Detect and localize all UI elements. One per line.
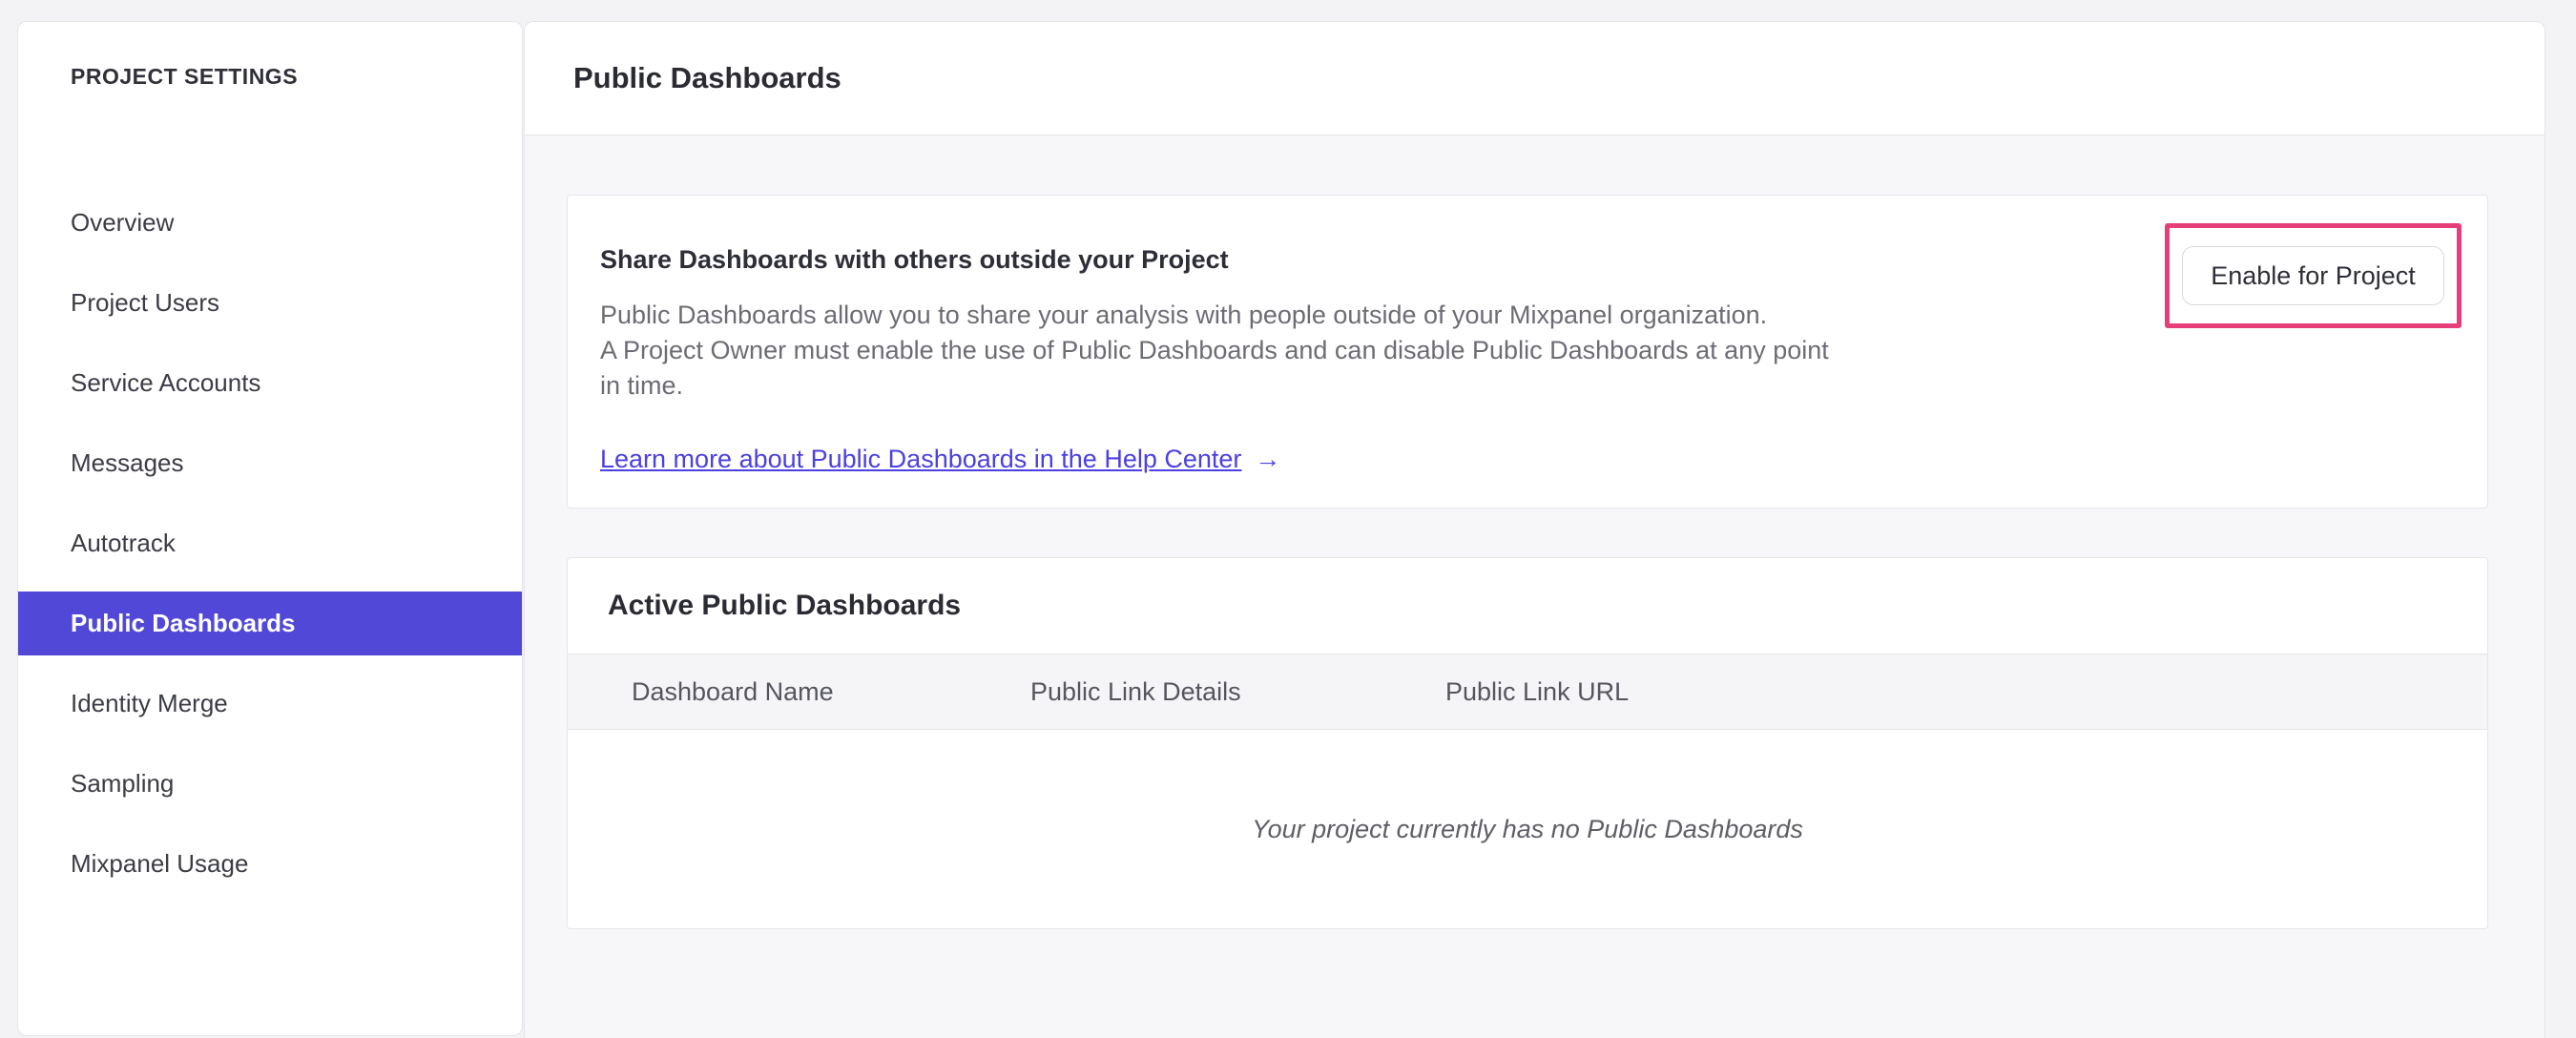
sidebar-item-messages[interactable]: Messages [18, 431, 522, 495]
share-dashboards-card: Share Dashboards with others outside you… [567, 195, 2488, 509]
sidebar-item-label: Mixpanel Usage [71, 849, 249, 878]
active-card-header: Active Public Dashboards [568, 558, 2487, 654]
column-header-public-link-url: Public Link URL [1445, 676, 1630, 706]
enable-for-project-button[interactable]: Enable for Project [2182, 246, 2444, 305]
project-settings-page: PROJECT SETTINGS Overview Project Users … [0, 0, 2576, 1038]
sidebar-item-public-dashboards[interactable]: Public Dashboards [18, 592, 522, 655]
sidebar-item-label: Autotrack [71, 529, 176, 557]
active-dashboards-card: Active Public Dashboards Dashboard Name … [567, 557, 2488, 929]
column-header-public-link-details: Public Link Details [1030, 676, 1241, 706]
page-title: Public Dashboards [573, 61, 841, 94]
panel-header: Public Dashboards [525, 22, 2545, 135]
sidebar-item-autotrack[interactable]: Autotrack [18, 511, 522, 575]
sidebar-item-sampling[interactable]: Sampling [18, 752, 522, 816]
help-center-link[interactable]: Learn more about Public Dashboards in th… [600, 445, 1241, 474]
sidebar-item-label: Identity Merge [71, 689, 228, 717]
sidebar-item-overview[interactable]: Overview [18, 191, 522, 255]
description-line: A Project Owner must enable the use of P… [600, 336, 1829, 364]
dashboards-table-header: Dashboard Name Public Link Details Publi… [568, 654, 2487, 730]
description-line: in time. [600, 371, 684, 400]
main-panel: Public Dashboards Share Dashboards with … [524, 21, 2545, 1038]
empty-state-message: Your project currently has no Public Das… [1252, 814, 1803, 843]
sidebar-item-service-accounts[interactable]: Service Accounts [18, 351, 522, 415]
sidebar-item-project-users[interactable]: Project Users [18, 271, 522, 335]
sidebar-item-mixpanel-usage[interactable]: Mixpanel Usage [18, 832, 522, 896]
active-card-heading: Active Public Dashboards [608, 590, 962, 621]
arrow-right-icon: → [1255, 445, 1281, 473]
column-header-dashboard-name: Dashboard Name [632, 676, 834, 706]
sidebar-item-label: Overview [71, 208, 175, 237]
sidebar-item-identity-merge[interactable]: Identity Merge [18, 672, 522, 736]
sidebar-item-label: Sampling [71, 769, 175, 798]
sidebar-item-label: Service Accounts [71, 368, 261, 397]
sidebar-item-label: Project Users [71, 288, 220, 317]
sidebar-item-label: Public Dashboards [71, 609, 296, 637]
project-settings-sidebar: PROJECT SETTINGS Overview Project Users … [17, 21, 523, 1036]
enable-button-highlight-box: Enable for Project [2165, 223, 2462, 328]
sidebar-item-label: Messages [71, 448, 184, 477]
sidebar-title: PROJECT SETTINGS [71, 64, 299, 89]
sidebar-nav: Overview Project Users Service Accounts … [18, 191, 522, 896]
help-center-link-row: Learn more about Public Dashboards in th… [600, 445, 2487, 474]
dashboards-empty-state: Your project currently has no Public Das… [568, 730, 2487, 928]
